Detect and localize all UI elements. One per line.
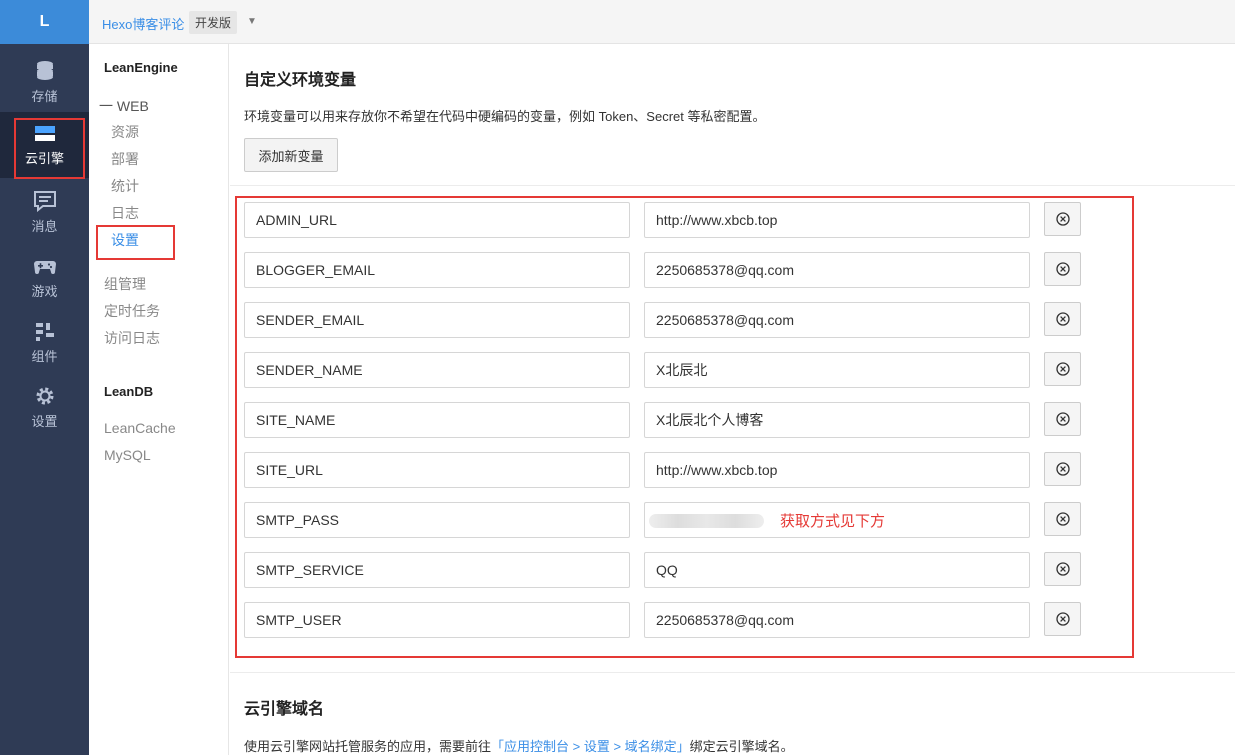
rail-item-game[interactable]: 游戏 [0,245,89,307]
message-icon [33,191,56,212]
delete-variable-button[interactable] [1044,452,1081,486]
components-icon [35,323,54,341]
env-value-input[interactable] [644,302,1030,338]
env-var-row [244,602,1094,638]
env-key-input[interactable] [244,402,630,438]
subnav-item-logs[interactable]: 日志 [111,203,139,223]
subnav-item-cron[interactable]: 定时任务 [104,301,160,321]
env-var-row: 获取方式见下方 [244,502,1094,538]
close-circle-icon [1055,612,1070,626]
env-key-input[interactable] [244,552,630,588]
app-name-link[interactable]: Hexo博客评论 [102,14,184,33]
divider [230,185,1235,186]
env-value-input[interactable] [644,552,1030,588]
subnav-item-resources[interactable]: 资源 [111,122,139,142]
domain-description: 使用云引擎网站托管服务的应用，需要前往「应用控制台 > 设置 > 域名绑定」绑定… [244,736,794,755]
section-title-domain: 云引擎域名 [244,701,325,718]
close-circle-icon [1055,412,1070,426]
env-value-input[interactable] [644,202,1030,238]
rail-item-label: 游戏 [31,284,58,299]
rail-item-label: 存储 [31,89,58,104]
rail-item-label: 消息 [31,219,58,234]
env-var-row [244,202,1094,238]
close-circle-icon [1055,312,1070,326]
env-var-row [244,302,1094,338]
delete-variable-button[interactable] [1044,302,1081,336]
rail-item-storage[interactable]: 存储 [0,50,89,112]
env-key-input[interactable] [244,202,630,238]
divider [230,672,1235,673]
rail-item-cloud-engine[interactable]: 云引擎 [0,112,89,179]
top-bar: Hexo博客评论 开发版 ▼ [89,0,1235,44]
app-logo[interactable]: L [0,0,89,44]
subnav-item-deploy[interactable]: 部署 [111,149,139,169]
annotation-note: 获取方式见下方 [780,513,886,530]
domain-desc-suffix: 绑定云引擎域名。 [689,739,794,754]
domain-binding-link[interactable]: 「应用控制台 > 设置 > 域名绑定」 [491,739,690,754]
env-key-input[interactable] [244,352,630,388]
env-key-input[interactable] [244,452,630,488]
redacted-value [649,514,764,528]
subnav-section-leandb: LeanDB [104,384,154,399]
env-var-row [244,452,1094,488]
add-variable-button[interactable]: 添加新变量 [244,138,338,172]
env-key-input[interactable] [244,502,630,538]
chevron-down-icon[interactable]: ▼ [247,16,257,27]
env-var-row [244,252,1094,288]
subnav-section-leanengine: LeanEngine [104,60,178,75]
env-key-input[interactable] [244,602,630,638]
env-value-input[interactable] [644,402,1030,438]
subnav-item-stats[interactable]: 统计 [111,176,139,196]
highlight-box [14,118,85,179]
gamepad-icon [33,261,56,274]
close-circle-icon [1055,512,1070,526]
env-badge: 开发版 [189,11,238,34]
subnav: LeanEngine 一 WEB 资源 部署 统计 日志 设置 组管理 定时任务… [89,44,229,755]
close-circle-icon [1055,562,1070,576]
subnav-item-access-log[interactable]: 访问日志 [104,328,160,348]
env-var-row [244,402,1094,438]
gear-icon [36,387,53,405]
highlight-box [96,225,175,260]
delete-variable-button[interactable] [1044,602,1081,636]
close-circle-icon [1055,262,1070,276]
subnav-group-web[interactable]: 一 WEB [99,96,149,116]
page-description: 环境变量可以用来存放你不希望在代码中硬编码的变量，例如 Token、Secret… [244,109,766,124]
close-circle-icon [1055,462,1070,476]
delete-variable-button[interactable] [1044,402,1081,436]
rail-item-settings[interactable]: 设置 [0,375,89,437]
env-value-input[interactable] [644,352,1030,388]
app-rail: L 存储 云引擎 消息 游戏 组件 设置 [0,0,89,755]
rail-item-label: 设置 [31,414,58,429]
rail-item-components[interactable]: 组件 [0,310,89,372]
delete-variable-button[interactable] [1044,202,1081,236]
env-value-input[interactable] [644,252,1030,288]
subnav-item-leancache[interactable]: LeanCache [104,420,176,436]
env-value-input[interactable] [644,602,1030,638]
env-var-row [244,552,1094,588]
delete-variable-button[interactable] [1044,352,1081,386]
env-value-input[interactable] [644,452,1030,488]
domain-desc-prefix: 使用云引擎网站托管服务的应用，需要前往 [244,739,492,754]
delete-variable-button[interactable] [1044,552,1081,586]
main-content: 自定义环境变量 环境变量可以用来存放你不希望在代码中硬编码的变量，例如 Toke… [230,44,1235,755]
env-var-row [244,352,1094,388]
env-key-input[interactable] [244,302,630,338]
env-key-input[interactable] [244,252,630,288]
delete-variable-button[interactable] [1044,502,1081,536]
rail-item-label: 组件 [31,349,58,364]
close-circle-icon [1055,362,1070,376]
close-circle-icon [1055,212,1070,226]
page-title: 自定义环境变量 [244,72,357,89]
rail-item-message[interactable]: 消息 [0,180,89,242]
subnav-item-groups[interactable]: 组管理 [104,274,146,294]
database-icon [36,61,53,80]
subnav-item-mysql[interactable]: MySQL [104,447,151,463]
delete-variable-button[interactable] [1044,252,1081,286]
